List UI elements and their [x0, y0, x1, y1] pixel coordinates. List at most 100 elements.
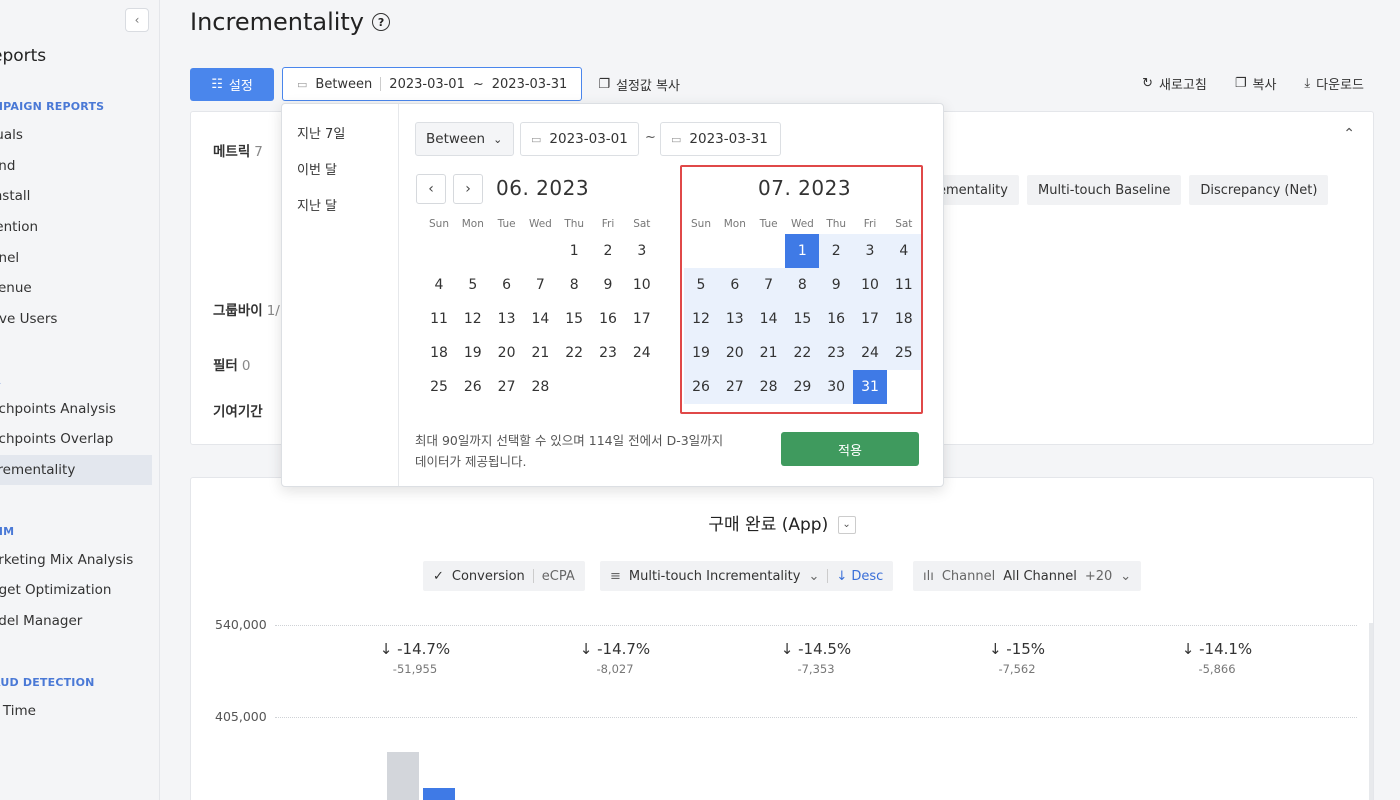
calendar-day[interactable]: 11: [886, 268, 921, 302]
calendar-day[interactable]: 28: [751, 370, 786, 404]
calendar-day[interactable]: 13: [717, 302, 752, 336]
sidebar-collapse-button[interactable]: ‹: [125, 8, 149, 32]
calendar-day[interactable]: 21: [523, 336, 557, 370]
end-date-input[interactable]: ▭ 2023-03-31: [660, 122, 781, 156]
calendar-day[interactable]: 29: [785, 370, 820, 404]
calendar-day[interactable]: 15: [557, 302, 591, 336]
sidebar-item[interactable]: tive Users: [0, 304, 152, 334]
calendar-day[interactable]: 18: [886, 302, 921, 336]
calendar-day[interactable]: 7: [523, 268, 557, 302]
calendar-day[interactable]: 16: [591, 302, 625, 336]
start-date-input[interactable]: ▭ 2023-03-01: [520, 122, 639, 156]
sort-direction[interactable]: ↓ Desc: [836, 569, 883, 584]
copy-button[interactable]: ❐ 복사: [1235, 74, 1277, 93]
help-icon[interactable]: ?: [372, 13, 391, 31]
date-range-selector[interactable]: ▭ Between 2023-03-01 ~ 2023-03-31: [282, 67, 583, 101]
chart-bar-baseline[interactable]: [387, 752, 419, 800]
calendar-day[interactable]: 15: [785, 302, 820, 336]
preset-this-month[interactable]: 이번 달: [297, 159, 337, 178]
sidebar-item[interactable]: tuals: [0, 120, 152, 150]
calendar-day[interactable]: 11: [422, 302, 456, 336]
calendar-day[interactable]: 2: [819, 234, 854, 268]
calendar-day[interactable]: 9: [591, 268, 625, 302]
prev-month-button[interactable]: ‹: [416, 174, 446, 204]
calendar-day[interactable]: 6: [717, 268, 752, 302]
range-mode-select[interactable]: Between ⌄: [415, 122, 514, 156]
sidebar-item[interactable]: install: [0, 181, 152, 211]
sidebar-item[interactable]: g Time: [0, 696, 152, 726]
apply-button[interactable]: 적용: [781, 432, 919, 466]
sort-field[interactable]: Multi-touch Incrementality: [629, 569, 801, 584]
sidebar-item[interactable]: uchpoints Overlap: [0, 424, 152, 454]
sidebar-item[interactable]: crementality: [0, 455, 152, 485]
calendar-day[interactable]: 4: [422, 268, 456, 302]
calendar-day[interactable]: 14: [523, 302, 557, 336]
calendar-day[interactable]: 20: [717, 336, 752, 370]
calendar-day[interactable]: 26: [456, 370, 490, 404]
calendar-day[interactable]: 27: [717, 370, 752, 404]
calendar-day[interactable]: 28: [523, 370, 557, 404]
scrollbar[interactable]: [1369, 623, 1373, 800]
calendar-day[interactable]: 24: [853, 336, 887, 370]
metric-chip[interactable]: Multi-touch Baseline: [1026, 175, 1182, 205]
sidebar-item[interactable]: tention: [0, 212, 152, 242]
calendar-day[interactable]: 31: [853, 370, 887, 404]
calendar-day[interactable]: 30: [819, 370, 854, 404]
calendar-day[interactable]: 16: [819, 302, 854, 336]
calendar-day[interactable]: 6: [490, 268, 524, 302]
calendar-day[interactable]: 10: [853, 268, 887, 302]
chevron-down-icon[interactable]: ⌄: [837, 516, 856, 534]
calendar-day[interactable]: 23: [819, 336, 854, 370]
calendar-day[interactable]: 9: [819, 268, 854, 302]
preset-last-7-days[interactable]: 지난 7일: [297, 123, 345, 142]
sort-control[interactable]: ≡ Multi-touch Incrementality ⌄ ↓ Desc: [600, 561, 894, 591]
calendar-day[interactable]: 25: [886, 336, 921, 370]
calendar-day[interactable]: 13: [490, 302, 524, 336]
calendar-day[interactable]: 12: [456, 302, 490, 336]
calendar-day[interactable]: 1: [557, 234, 591, 268]
preset-last-month[interactable]: 지난 달: [297, 195, 337, 214]
calendar-day[interactable]: 19: [684, 336, 718, 370]
calendar-day[interactable]: 17: [625, 302, 659, 336]
calendar-day[interactable]: 5: [456, 268, 490, 302]
refresh-button[interactable]: ↻ 새로고침: [1142, 74, 1207, 93]
chart-bar-incrementality[interactable]: [423, 788, 455, 800]
sidebar-item[interactable]: dget Optimization: [0, 575, 152, 605]
sidebar-item[interactable]: arketing Mix Analysis: [0, 545, 152, 575]
calendar-day[interactable]: 14: [751, 302, 786, 336]
calendar-day[interactable]: 1: [785, 234, 820, 268]
sidebar-item[interactable]: end: [0, 151, 152, 181]
calendar-day[interactable]: 26: [684, 370, 718, 404]
calendar-day[interactable]: 21: [751, 336, 786, 370]
calendar-day[interactable]: 17: [853, 302, 887, 336]
copy-settings-button[interactable]: ❐ 설정값 복사: [598, 75, 680, 94]
calendar-day[interactable]: 19: [456, 336, 490, 370]
calendar-day[interactable]: 3: [853, 234, 887, 268]
sidebar-item[interactable]: nnel: [0, 243, 152, 273]
calendar-day[interactable]: 22: [785, 336, 820, 370]
next-month-button[interactable]: ›: [453, 174, 483, 204]
calendar-day[interactable]: 3: [625, 234, 659, 268]
calendar-day[interactable]: 27: [490, 370, 524, 404]
calendar-day[interactable]: 8: [557, 268, 591, 302]
settings-button[interactable]: ☷ 설정: [190, 67, 274, 101]
channel-filter[interactable]: ılı Channel All Channel +20 ⌄: [913, 561, 1142, 591]
calendar-day[interactable]: 24: [625, 336, 659, 370]
calendar-day[interactable]: 2: [591, 234, 625, 268]
metric-conversion[interactable]: Conversion: [452, 569, 525, 584]
metric-chip[interactable]: Discrepancy (Net): [1189, 175, 1329, 205]
calendar-day[interactable]: 10: [625, 268, 659, 302]
calendar-day[interactable]: 4: [886, 234, 921, 268]
metric-ecpa[interactable]: eCPA: [542, 569, 575, 584]
sidebar-item[interactable]: uchpoints Analysis: [0, 394, 152, 424]
calendar-day[interactable]: 20: [490, 336, 524, 370]
metric-toggle[interactable]: ✓ Conversion eCPA: [423, 561, 585, 591]
sidebar-item[interactable]: odel Manager: [0, 606, 152, 636]
calendar-day[interactable]: 5: [684, 268, 718, 302]
calendar-day[interactable]: 7: [751, 268, 786, 302]
calendar-day[interactable]: 8: [785, 268, 820, 302]
calendar-day[interactable]: 12: [684, 302, 718, 336]
sidebar-item[interactable]: venue: [0, 273, 152, 303]
calendar-day[interactable]: 22: [557, 336, 591, 370]
chevron-up-icon[interactable]: ⌃: [1343, 126, 1355, 142]
